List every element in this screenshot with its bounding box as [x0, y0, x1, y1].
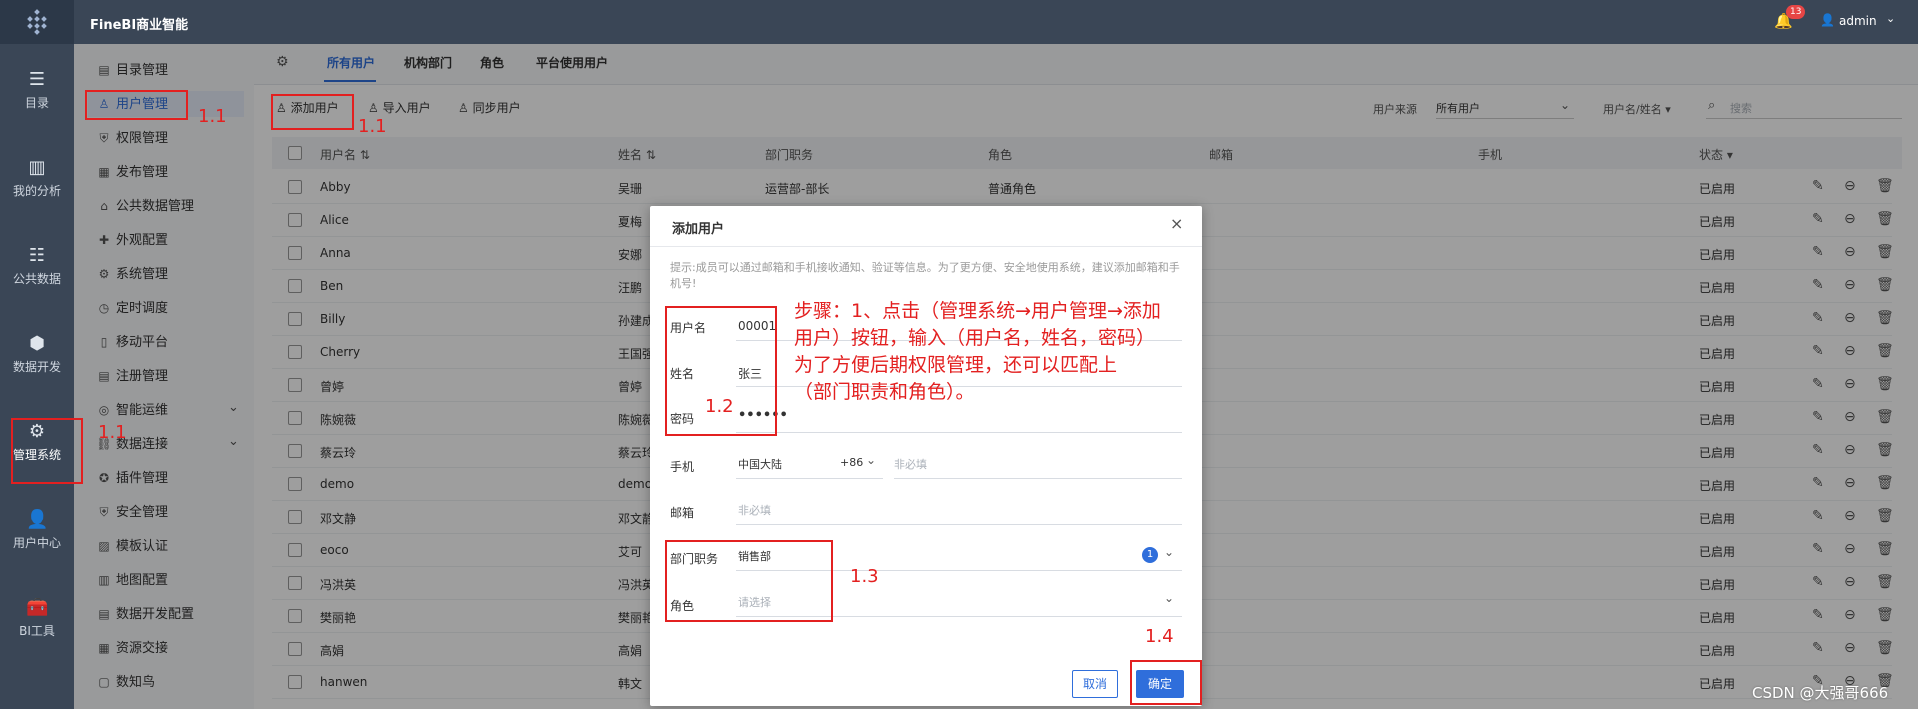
- rail-item-my-analysis[interactable]: ▥ 我的分析: [0, 158, 74, 199]
- dialog-divider: [650, 246, 1202, 247]
- public-data-icon: ☷: [28, 245, 46, 266]
- annotation-1-4: 1.4: [1145, 626, 1174, 647]
- chevron-down-icon[interactable]: ⌄: [1886, 12, 1895, 25]
- email-underline: [736, 524, 1182, 525]
- logo-icon: [27, 9, 47, 35]
- phone-code-value: +86: [840, 456, 864, 469]
- rail-item-catalog[interactable]: ☰ 目录: [0, 70, 74, 111]
- password-underline: [736, 432, 1182, 433]
- analysis-icon: ▥: [28, 157, 46, 178]
- rail-label: 我的分析: [12, 184, 61, 198]
- annotation-1-1-nav: 1.1: [198, 106, 227, 127]
- rail-label: 数据开发: [12, 360, 61, 374]
- dialog-hint: 提示:成员可以通过邮箱和手机接收通知、验证等信息。为了更方便、安全地使用系统，建…: [670, 261, 1180, 290]
- chevron-down-icon: ⌄: [1164, 545, 1175, 559]
- chevron-down-icon: ⌄: [866, 453, 877, 467]
- phone-region-value: 中国大陆: [738, 458, 782, 471]
- phone-placeholder: 非必填: [894, 458, 927, 471]
- phone-region-select[interactable]: 中国大陆 +86 ⌄: [738, 450, 883, 478]
- phone-region-underline: [736, 478, 883, 479]
- user-name[interactable]: admin: [1839, 14, 1877, 28]
- watermark: CSDN @大强哥666: [1752, 684, 1889, 702]
- user-avatar-icon[interactable]: 👤: [1820, 13, 1835, 27]
- annotation-1-1-rail: 1.1: [98, 422, 127, 443]
- rail-item-user-center[interactable]: 👤 用户中心: [0, 510, 74, 551]
- catalog-icon: ☰: [28, 69, 46, 90]
- phone-input[interactable]: 非必填: [894, 450, 1182, 478]
- annotation-box-confirm: [1130, 660, 1202, 705]
- data-dev-icon: ⬢: [29, 333, 45, 354]
- app-logo[interactable]: [0, 0, 74, 44]
- rail-item-data-dev[interactable]: ⬢ 数据开发: [0, 334, 74, 375]
- rail-label: 用户中心: [12, 536, 61, 550]
- email-label: 邮箱: [670, 506, 695, 520]
- email-placeholder: 非必填: [738, 504, 771, 517]
- phone-label: 手机: [670, 460, 695, 474]
- rail-label: 目录: [24, 96, 49, 110]
- email-input[interactable]: 非必填: [738, 496, 1182, 524]
- rail-label: BI工具: [19, 624, 55, 638]
- annotation-box-user-mgmt: [85, 90, 188, 120]
- notification-badge: 13: [1786, 5, 1806, 19]
- annotation-box-dept-role: [665, 540, 833, 622]
- app-title: FineBI商业智能: [90, 18, 189, 33]
- phone-underline: [894, 478, 1182, 479]
- annotation-1-2: 1.2: [705, 396, 734, 417]
- step-line-3: 为了方便后期权限管理，还可以匹配上: [794, 354, 1118, 376]
- top-bar: FineBI商业智能 🔔 13 👤 admin ⌄: [74, 0, 1918, 44]
- dialog-title: 添加用户: [672, 222, 725, 237]
- annotation-box-manage-system: [11, 418, 83, 484]
- close-icon[interactable]: ×: [1170, 214, 1183, 233]
- chevron-down-icon: ⌄: [1164, 591, 1175, 605]
- rail-label: 公共数据: [12, 272, 61, 286]
- dept-count-badge: 1: [1142, 547, 1158, 563]
- step-line-1: 步骤：1、点击（管理系统→用户管理→添加: [794, 300, 1161, 322]
- rail-item-bi-tools[interactable]: 🧰 BI工具: [0, 598, 74, 639]
- left-rail: ☰ 目录 ▥ 我的分析 ☷ 公共数据 ⬢ 数据开发 ⚙ 管理系统 👤 用户中心 🧰 BI工具: [0, 0, 74, 709]
- step-line-4: （部门职责和角色）。: [794, 381, 975, 403]
- bi-tools-icon: 🧰: [26, 597, 49, 618]
- step-line-2: 用户）按钮，输入（用户名，姓名，密码）: [794, 327, 1156, 349]
- annotation-1-1-add: 1.1: [358, 116, 387, 137]
- add-user-dialog: 添加用户 × 提示:成员可以通过邮箱和手机接收通知、验证等信息。为了更方便、安全…: [650, 206, 1202, 706]
- annotation-steps: 步骤：1、点击（管理系统→用户管理→添加 用户）按钮，输入（用户名，姓名，密码）…: [794, 298, 1161, 406]
- rail-item-public-data[interactable]: ☷ 公共数据: [0, 246, 74, 287]
- user-center-icon: 👤: [26, 509, 49, 530]
- annotation-1-3: 1.3: [850, 566, 879, 587]
- annotation-box-add-user: [271, 94, 354, 130]
- cancel-button[interactable]: 取消: [1072, 670, 1118, 698]
